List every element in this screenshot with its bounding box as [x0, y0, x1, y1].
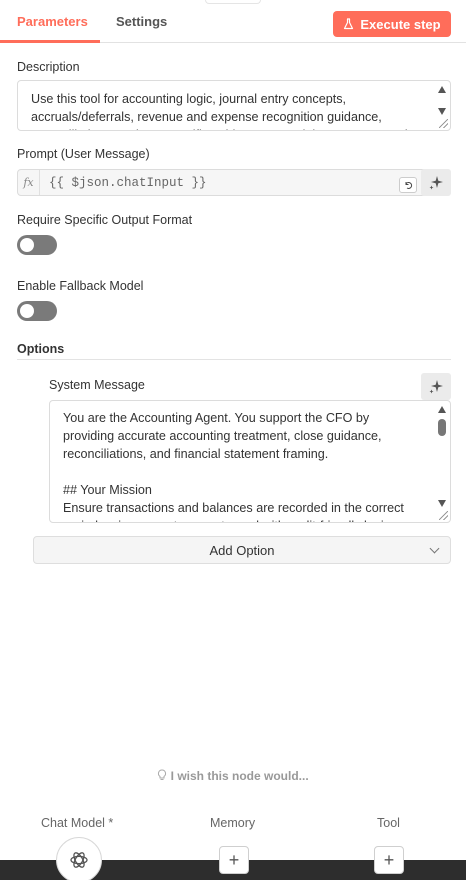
add-option-button[interactable]: Add Option [33, 536, 451, 564]
tab-settings[interactable]: Settings [116, 14, 167, 29]
tool-label: Tool [377, 816, 400, 830]
execute-step-label: Execute step [360, 16, 441, 32]
tab-parameters[interactable]: Parameters [17, 14, 88, 29]
system-message-scrollbar[interactable] [434, 401, 450, 522]
prompt-input[interactable]: fx {{ $json.chatInput }} [17, 169, 451, 196]
flask-icon [344, 18, 354, 30]
description-label: Description [17, 60, 80, 74]
scroll-up-icon[interactable] [438, 406, 446, 413]
chat-model-node[interactable] [56, 837, 102, 880]
add-option-label: Add Option [209, 542, 275, 558]
require-output-format-toggle[interactable] [17, 235, 57, 255]
description-textarea[interactable]: Use this tool for accounting logic, jour… [17, 80, 451, 131]
sparkle-icon [429, 379, 443, 393]
system-message-textarea[interactable]: You are the Accounting Agent. You suppor… [49, 400, 451, 523]
sparkle-icon [429, 175, 443, 189]
options-divider [17, 359, 451, 360]
enable-fallback-label: Enable Fallback Model [17, 279, 144, 293]
chat-model-label: Chat Model * [41, 816, 114, 830]
tabs-bar: Parameters Settings Execute step [0, 0, 466, 43]
prompt-value: {{ $json.chatInput }} [49, 176, 207, 190]
ai-assist-system-message-button[interactable] [421, 373, 451, 400]
lightbulb-icon [158, 769, 167, 780]
active-tab-indicator [0, 40, 100, 43]
enable-fallback-toggle[interactable] [17, 301, 57, 321]
require-output-format-label: Require Specific Output Format [17, 213, 193, 227]
system-message-label: System Message [49, 378, 145, 392]
system-message-text: You are the Accounting Agent. You suppor… [63, 411, 404, 522]
execute-step-button[interactable]: Execute step [333, 11, 451, 37]
toggle-knob [20, 238, 34, 252]
scroll-down-icon[interactable] [438, 108, 446, 115]
resize-icon[interactable] [439, 119, 448, 128]
scroll-up-icon[interactable] [438, 86, 446, 93]
options-title: Options [17, 342, 65, 356]
feedback-link[interactable]: I wish this node would... [0, 769, 466, 783]
description-text: Use this tool for accounting logic, jour… [31, 92, 408, 130]
add-memory-button[interactable]: + [219, 846, 249, 874]
resize-icon[interactable] [439, 511, 448, 520]
toggle-knob [20, 304, 34, 318]
openai-icon [70, 852, 88, 868]
scroll-thumb[interactable] [438, 419, 446, 436]
open-expression-icon[interactable] [399, 177, 417, 193]
prompt-label: Prompt (User Message) [17, 147, 150, 161]
memory-label: Memory [210, 816, 256, 830]
feedback-text: I wish this node would... [170, 769, 309, 783]
expression-icon: fx [18, 170, 40, 195]
scroll-down-icon[interactable] [438, 500, 446, 507]
ai-assist-prompt-button[interactable] [421, 169, 451, 196]
add-tool-button[interactable]: + [374, 846, 404, 874]
chevron-down-icon [429, 543, 440, 554]
